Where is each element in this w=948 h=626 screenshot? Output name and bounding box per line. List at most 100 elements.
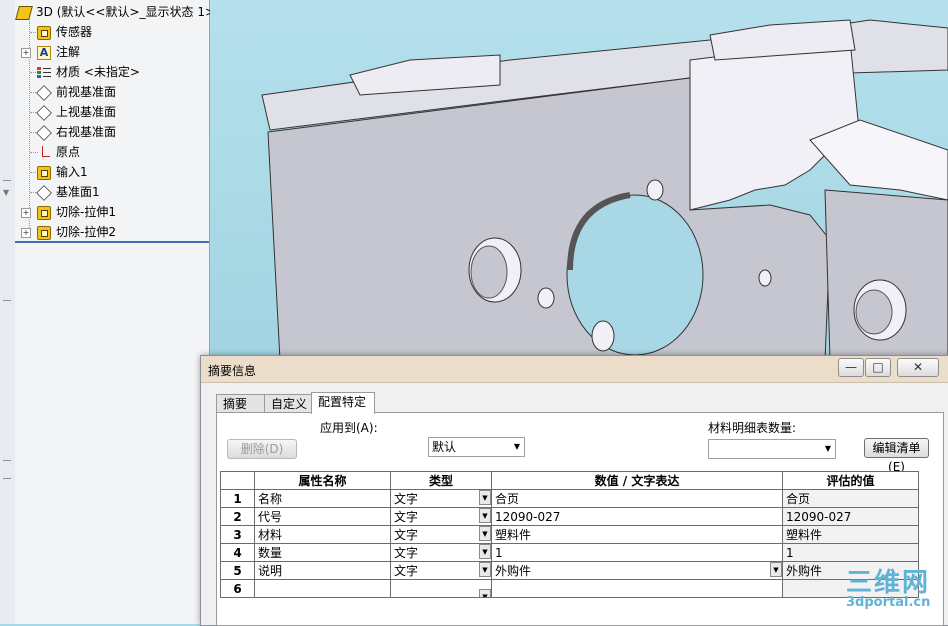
evaluated-cell: 1 [782, 543, 919, 562]
maximize-button[interactable]: □ [865, 358, 891, 377]
col-header-property-name[interactable]: 属性名称 [254, 471, 391, 490]
property-name-cell[interactable]: 代号 [254, 507, 391, 526]
tree-item-sensors[interactable]: 传感器 [37, 22, 92, 42]
tab-summary[interactable]: 摘要 [216, 394, 265, 413]
hole [537, 287, 555, 309]
dialog-titlebar[interactable]: 摘要信息 — □ ✕ [201, 356, 948, 383]
chevron-down-icon[interactable]: ▼ [479, 526, 491, 541]
chevron-down-icon[interactable]: ▼ [479, 490, 491, 505]
evaluated-cell: 12090-027 [782, 507, 919, 526]
tree-item-label: 原点 [56, 145, 81, 159]
table-row: 6 ▼ [220, 579, 919, 598]
col-header-type[interactable]: 类型 [390, 471, 492, 490]
property-name-cell[interactable]: 名称 [254, 489, 391, 508]
row-number[interactable]: 6 [220, 579, 255, 598]
value-cell[interactable]: 1 [491, 543, 783, 562]
row-number[interactable]: 2 [220, 507, 255, 526]
tree-item-material[interactable]: 材质 <未指定> [37, 62, 140, 82]
tab-config-specific[interactable]: 配置特定 [311, 392, 375, 414]
tree-item-plane1[interactable]: 基准面1 [36, 182, 100, 202]
tree-root[interactable]: 3D (默认<<默认>_显示状态 1>) [15, 2, 220, 22]
tree-item-label: 基准面1 [56, 185, 100, 199]
tree-item-origin[interactable]: 原点 [37, 142, 80, 162]
tree-item-label: 右视基准面 [56, 125, 117, 139]
type-cell[interactable]: 文字 ▼ [390, 525, 492, 544]
grid-header-row: 属性名称 类型 数值 / 文字表达 评估的值 [220, 471, 919, 490]
bom-quantity-select[interactable]: ▼ [708, 439, 836, 459]
tree-item-top-plane[interactable]: 上视基准面 [36, 102, 117, 122]
property-name-cell[interactable]: 数量 [254, 543, 391, 562]
type-cell[interactable]: 文字 ▼ [390, 561, 492, 580]
value-text: 外购件 [495, 564, 532, 578]
minimize-button[interactable]: — [838, 358, 864, 377]
origin-icon [37, 145, 51, 160]
delete-button[interactable]: 删除(D) [227, 439, 297, 459]
tree-item-right-plane[interactable]: 右视基准面 [36, 122, 117, 142]
cut-extrude-icon [37, 205, 51, 220]
col-header-evaluated[interactable]: 评估的值 [782, 471, 919, 490]
collapse-arrow-icon[interactable]: ▼ [3, 188, 9, 197]
tree-item-cut-extrude2[interactable]: 切除-拉伸2 [37, 222, 116, 242]
chevron-down-icon[interactable]: ▼ [770, 562, 782, 577]
properties-grid: 属性名称 类型 数值 / 文字表达 评估的值 1 名称 文字 ▼ 合页 合页 2 … [220, 471, 919, 598]
table-row: 4 数量 文字 ▼ 1 1 [220, 543, 919, 562]
row-number[interactable]: 1 [220, 489, 255, 508]
apply-to-select[interactable]: 默认 ▼ [428, 437, 525, 457]
value-cell[interactable] [491, 579, 783, 598]
row-number[interactable]: 3 [220, 525, 255, 544]
grid-corner[interactable] [220, 471, 255, 490]
tree-item-label: 上视基准面 [56, 105, 117, 119]
expand-cut-extrude1-icon[interactable]: + [21, 208, 31, 218]
tree-item-label: 注解 [56, 45, 81, 59]
evaluated-cell: 合页 [782, 489, 919, 508]
strip-divider [3, 300, 11, 301]
type-cell[interactable]: 文字 ▼ [390, 507, 492, 526]
type-cell[interactable]: 文字 ▼ [390, 489, 492, 508]
edit-list-button[interactable]: 编辑清单(E) [864, 438, 929, 474]
dialog-title: 摘要信息 [208, 364, 257, 378]
annotation-icon: A [37, 45, 51, 60]
chevron-down-icon: ▼ [513, 442, 520, 451]
tree-item-cut-extrude1[interactable]: 切除-拉伸1 [37, 202, 116, 222]
graphics-viewport[interactable] [210, 0, 948, 360]
row-number[interactable]: 4 [220, 543, 255, 562]
close-button[interactable]: ✕ [897, 358, 939, 377]
part-model [261, 19, 948, 360]
chevron-down-icon[interactable]: ▼ [479, 588, 491, 597]
tab-custom[interactable]: 自定义 [264, 394, 314, 413]
tree-root-label: 3D (默认<<默认>_显示状态 1>) [36, 5, 220, 19]
chevron-down-icon[interactable]: ▼ [479, 544, 491, 559]
apply-to-value: 默认 [432, 440, 457, 454]
tree-item-import1[interactable]: 输入1 [37, 162, 88, 182]
hole [758, 269, 772, 287]
hole [591, 320, 615, 352]
watermark-title: 三维网 [846, 568, 931, 598]
strip-divider [3, 180, 11, 181]
tree-item-label: 传感器 [56, 25, 93, 39]
tree-item-annotations[interactable]: A 注解 [37, 42, 80, 62]
type-cell[interactable]: ▼ [390, 579, 492, 598]
tree-item-label: 输入1 [56, 165, 88, 179]
strip-divider [3, 460, 11, 461]
expand-annotations-icon[interactable]: + [21, 48, 31, 58]
expand-cut-extrude2-icon[interactable]: + [21, 228, 31, 238]
type-cell[interactable]: 文字 ▼ [390, 543, 492, 562]
property-name-cell[interactable] [254, 579, 391, 598]
table-row: 5 说明 文字 ▼ 外购件 ▼ 外购件 [220, 561, 919, 580]
apply-to-label: 应用到(A): [320, 421, 378, 435]
col-header-value[interactable]: 数值 / 文字表达 [491, 471, 783, 490]
value-cell[interactable]: 12090-027 [491, 507, 783, 526]
tree-item-front-plane[interactable]: 前视基准面 [36, 82, 116, 102]
value-cell[interactable]: 合页 [491, 489, 783, 508]
value-cell[interactable]: 塑料件 [491, 525, 783, 544]
chevron-down-icon[interactable]: ▼ [479, 562, 491, 577]
part-clip [809, 119, 948, 201]
chevron-down-icon[interactable]: ▼ [479, 508, 491, 523]
property-name-cell[interactable]: 说明 [254, 561, 391, 580]
rollback-bar[interactable] [15, 241, 209, 243]
property-name-cell[interactable]: 材料 [254, 525, 391, 544]
row-number[interactable]: 5 [220, 561, 255, 580]
type-value: 文字 [394, 528, 419, 542]
bom-quantity-label: 材料明细表数量: [708, 421, 797, 435]
value-cell[interactable]: 外购件 ▼ [491, 561, 783, 580]
